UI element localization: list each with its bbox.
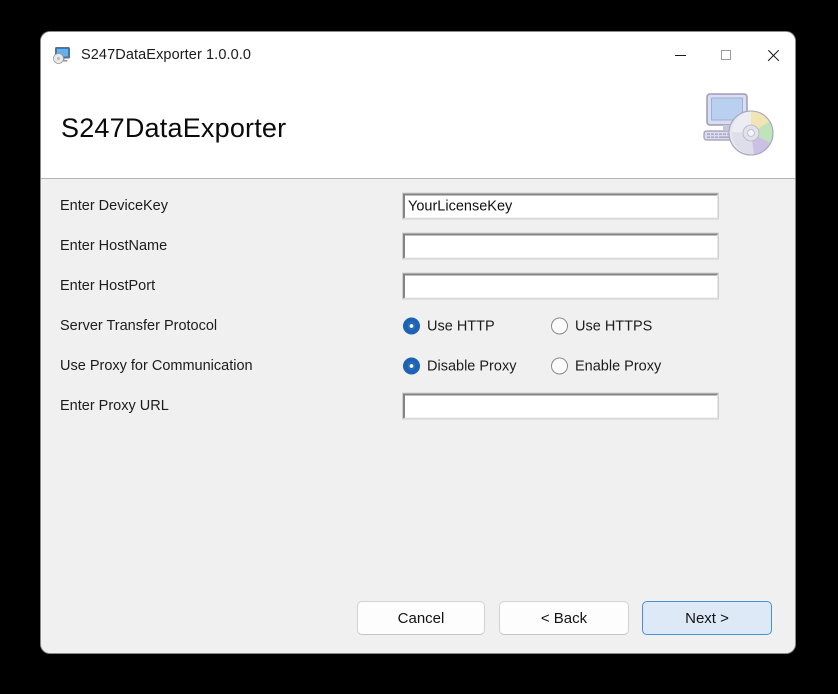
close-button[interactable] [749,32,795,78]
proxy-radio-group: Disable Proxy Enable Proxy [403,357,662,375]
footer-buttons: Cancel < Back Next > [41,601,795,635]
radio-unselected-icon [551,357,568,375]
label-proxy: Use Proxy for Communication [60,358,253,374]
hostname-input[interactable] [402,232,719,260]
maximize-button[interactable] [703,32,749,78]
radio-label-use-http: Use HTTP [427,318,495,334]
form-body: Enter DeviceKey Enter HostName Enter Hos… [41,179,795,653]
radio-disable-proxy[interactable]: Disable Proxy [403,357,551,375]
cancel-button[interactable]: Cancel [357,601,485,635]
form-row-devicekey: Enter DeviceKey [41,191,795,221]
minimize-button[interactable] [657,32,703,78]
form-row-protocol: Server Transfer Protocol Use HTTP Use HT… [41,311,795,341]
application-window: S247DataExporter 1.0.0.0 S247DataExporte… [41,32,795,653]
close-icon [766,49,779,62]
form-row-hostname: Enter HostName [41,231,795,261]
monitor-disc-icon [52,45,72,65]
radio-selected-icon [403,317,420,335]
back-button[interactable]: < Back [499,601,629,635]
devicekey-input[interactable] [402,192,719,220]
proxyurl-input[interactable] [402,392,719,420]
radio-use-https[interactable]: Use HTTPS [551,317,653,335]
label-hostport: Enter HostPort [60,278,156,294]
page-title: S247DataExporter [61,112,287,143]
radio-use-http[interactable]: Use HTTP [403,317,551,335]
next-button[interactable]: Next > [642,601,772,635]
label-protocol: Server Transfer Protocol [60,318,218,334]
label-devicekey: Enter DeviceKey [60,198,168,214]
minimize-icon [674,54,686,56]
radio-label-disable-proxy: Disable Proxy [427,358,517,374]
radio-selected-icon [403,357,420,375]
radio-enable-proxy[interactable]: Enable Proxy [551,357,662,375]
label-hostname: Enter HostName [60,238,168,254]
protocol-radio-group: Use HTTP Use HTTPS [403,317,653,335]
radio-label-enable-proxy: Enable Proxy [575,358,662,374]
label-proxyurl: Enter Proxy URL [60,398,169,414]
header-banner: S247DataExporter [41,78,795,179]
computer-cd-icon [699,88,777,160]
form-row-proxyurl: Enter Proxy URL [41,391,795,421]
radio-label-use-https: Use HTTPS [575,318,653,334]
radio-unselected-icon [551,317,568,335]
hostport-input[interactable] [402,272,719,300]
maximize-icon [721,50,731,60]
title-bar: S247DataExporter 1.0.0.0 [41,32,795,78]
window-controls [657,32,795,78]
form-row-proxy: Use Proxy for Communication Disable Prox… [41,351,795,381]
window-title: S247DataExporter 1.0.0.0 [81,47,252,63]
form-row-hostport: Enter HostPort [41,271,795,301]
